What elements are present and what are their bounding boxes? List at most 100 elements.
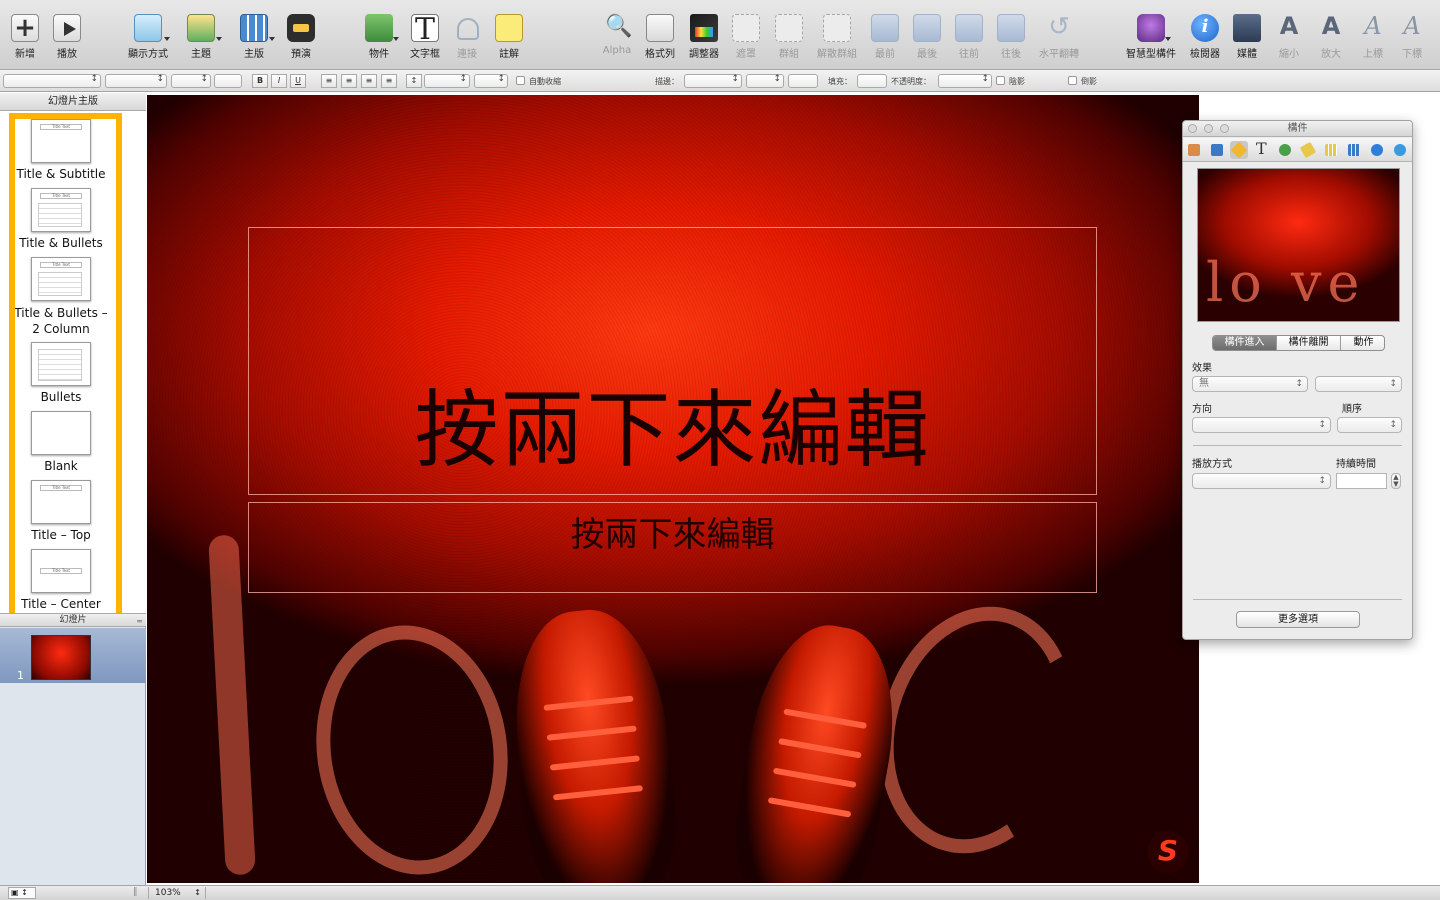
slides-header: 幻燈片 ═ <box>0 613 146 627</box>
opacity-select[interactable] <box>938 74 992 88</box>
italic-button[interactable]: I <box>271 74 287 88</box>
bring-forward-icon <box>955 14 983 42</box>
duration-label: 持續時間 <box>1336 459 1376 470</box>
lace <box>546 725 637 741</box>
shadow-checkbox[interactable] <box>996 76 1005 85</box>
splitter-grip-icon[interactable]: ‖ <box>133 887 138 897</box>
title-placeholder[interactable]: 按兩下來編輯 <box>248 227 1097 495</box>
align-right-button[interactable]: ≡ <box>361 74 377 88</box>
smart-builds-button[interactable]: 智慧型構件 <box>1122 14 1180 60</box>
ruler-icon <box>1299 141 1317 159</box>
direction-select[interactable] <box>1192 417 1331 433</box>
justify-button[interactable]: ≡ <box>381 74 397 88</box>
build-out-tab[interactable]: 構件離開 <box>1277 336 1341 350</box>
duration-stepper[interactable]: ▲ ▼ <box>1391 473 1401 489</box>
reflection-checkbox[interactable] <box>1068 76 1077 85</box>
graphic-icon <box>1279 144 1291 156</box>
masters-header: 幻燈片主版 <box>0 93 146 111</box>
document-inspector-tab[interactable] <box>1185 141 1203 159</box>
slide-list-item[interactable]: 1 <box>0 628 146 683</box>
stroke-label: 描邊： <box>655 77 679 86</box>
slide-title[interactable]: 按兩下來編輯 <box>249 363 1096 484</box>
minimize-window-button[interactable] <box>1204 124 1213 133</box>
slide[interactable]: 按兩下來編輯 按兩下來編輯 S <box>147 95 1199 883</box>
stroke-color-well[interactable] <box>788 74 818 88</box>
effect-label: 效果 <box>1192 363 1212 374</box>
view-dropdown-icon <box>164 37 170 41</box>
zoom-select[interactable]: 103% <box>148 887 206 899</box>
masters-highlight-box <box>9 113 122 621</box>
font-size-select[interactable] <box>171 74 211 88</box>
slide-subtitle[interactable]: 按兩下來編輯 <box>249 507 1096 556</box>
line-spacing-button[interactable]: ↕ <box>406 74 422 88</box>
subtitle-placeholder[interactable]: 按兩下來編輯 <box>248 502 1097 593</box>
ungroup-icon <box>823 14 851 42</box>
slide-thumbnail[interactable] <box>31 635 91 680</box>
bigger-font-icon <box>1317 12 1345 42</box>
underline-button[interactable]: U <box>290 74 306 88</box>
build-in-tab[interactable]: 構件進入 <box>1213 336 1277 350</box>
fill-color-well[interactable] <box>857 74 887 88</box>
send-backward-icon <box>997 14 1025 42</box>
text-color-well[interactable] <box>214 74 242 88</box>
order-select[interactable] <box>1337 417 1402 433</box>
preview-button[interactable]: 預演 <box>273 14 329 60</box>
slide-inspector-tab[interactable] <box>1208 141 1226 159</box>
status-bar: ▣ ↕ ‖ 103% <box>0 885 1440 900</box>
zoom-window-button[interactable] <box>1220 124 1229 133</box>
table-inspector-tab[interactable] <box>1322 141 1340 159</box>
lace <box>772 767 857 789</box>
text-inspector-tab[interactable]: T <box>1253 141 1271 159</box>
delivery-select[interactable] <box>1192 473 1331 489</box>
hyperlink-inspector-tab[interactable] <box>1368 141 1386 159</box>
metrics-inspector-tab[interactable] <box>1299 141 1317 159</box>
align-left-button[interactable]: ≡ <box>321 74 337 88</box>
align-center-button[interactable]: ≡ <box>341 74 357 88</box>
action-tab[interactable]: 動作 <box>1341 336 1384 350</box>
logo-badge: S <box>1147 831 1189 873</box>
effect-select[interactable]: 無 <box>1192 376 1308 392</box>
shapes-icon <box>365 14 393 42</box>
stroke-style-select[interactable] <box>684 74 742 88</box>
preview-icon <box>287 14 315 42</box>
info-icon <box>1191 14 1219 42</box>
comment-icon <box>495 14 523 42</box>
mask-icon <box>732 14 760 42</box>
flip-horizontal-button[interactable]: 水平翻轉 <box>1031 12 1087 60</box>
format-bar: B I U ≡ ≡ ≡ ≡ ↕ 自動收縮 描邊： 填充： 不透明度： 陰影 倒影 <box>0 70 1440 92</box>
comment-button[interactable]: 註解 <box>481 14 537 60</box>
autoshrink-checkbox[interactable] <box>516 76 525 85</box>
slide-navigator: 幻燈片主版 Title Text Title & Subtitle Title … <box>0 93 146 885</box>
view-options-select[interactable]: ▣ ↕ <box>8 887 36 899</box>
slide-number: 1 <box>17 669 24 682</box>
play-button[interactable]: 播放 <box>39 14 95 60</box>
inspector-titlebar[interactable]: 構件 <box>1183 121 1412 137</box>
build-inspector-tab[interactable] <box>1230 141 1248 159</box>
close-window-button[interactable] <box>1188 124 1197 133</box>
resize-grip-icon[interactable]: ═ <box>137 616 142 628</box>
effect-option-select[interactable] <box>1315 376 1402 392</box>
quicktime-inspector-tab[interactable] <box>1391 141 1409 159</box>
graphic-inspector-tab[interactable] <box>1276 141 1294 159</box>
font-style-select[interactable] <box>105 74 167 88</box>
duration-input[interactable] <box>1336 473 1387 489</box>
bold-button[interactable]: B <box>252 74 268 88</box>
adjust-image-icon <box>690 14 718 42</box>
lace <box>767 797 852 818</box>
flip-icon <box>1045 12 1073 42</box>
line-spacing-select[interactable] <box>424 74 470 88</box>
subscript-button[interactable]: 下標 <box>1384 12 1440 60</box>
lace <box>549 755 640 771</box>
text-icon: T <box>1256 139 1267 158</box>
more-options-button[interactable]: 更多選項 <box>1236 611 1360 628</box>
columns-select[interactable] <box>474 74 508 88</box>
autoshrink-label: 自動收縮 <box>529 77 561 86</box>
stroke-width-select[interactable] <box>746 74 784 88</box>
divider <box>1193 445 1402 446</box>
smart-builds-icon <box>1137 14 1165 42</box>
shadow-label: 陰影 <box>1009 77 1025 86</box>
font-family-select[interactable] <box>3 74 101 88</box>
chart-inspector-tab[interactable] <box>1345 141 1363 159</box>
link-arrow-icon <box>1371 144 1383 156</box>
subscript-icon <box>1398 12 1426 42</box>
